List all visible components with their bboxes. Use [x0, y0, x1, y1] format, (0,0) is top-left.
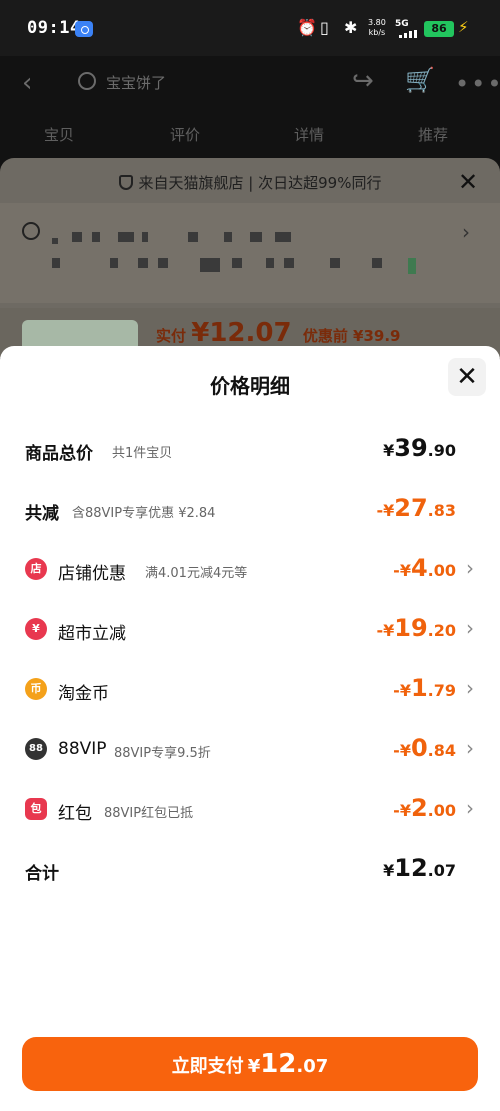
row-sum: 合计 ¥12.07	[0, 849, 500, 889]
supermarket-icon: ¥	[25, 618, 47, 640]
row-amount: -¥1.79	[393, 674, 456, 702]
battery-icon: 86	[424, 21, 454, 37]
network-type: 5G	[395, 19, 409, 29]
tab-item[interactable]: 宝贝	[44, 124, 74, 145]
row-subtext: 共1件宝贝	[112, 446, 173, 461]
chevron-right-icon: ›	[462, 220, 470, 244]
search-icon	[78, 72, 96, 90]
signal-icon	[395, 30, 421, 38]
location-icon	[22, 222, 40, 240]
shield-icon	[118, 175, 133, 190]
bluetooth-icon: ✱	[344, 18, 358, 37]
row-subtext: 满4.01元减4元等	[145, 566, 248, 581]
row-label: 共减	[25, 504, 59, 524]
row-subtext: 含88VIP专享优惠 ¥2.84	[72, 506, 216, 521]
shop-icon: 店	[25, 558, 47, 580]
row-88vip[interactable]: 88 88VIP 88VIP专享9.5折 -¥0.84 ›	[0, 729, 500, 769]
row-taojinbi[interactable]: 币 淘金币 -¥1.79 ›	[0, 669, 500, 709]
close-icon: ✕	[456, 362, 478, 392]
vip-icon: 88	[25, 738, 47, 760]
row-amount: -¥0.84	[393, 734, 456, 762]
search-input[interactable]: 宝宝饼了	[106, 72, 166, 93]
row-label: 88VIP	[58, 739, 107, 759]
cart-icon[interactable]: 🛒	[405, 66, 435, 94]
pay-now-button[interactable]: 立即支付 ¥12.07	[22, 1037, 478, 1091]
coin-icon: 币	[25, 678, 47, 700]
row-amount: -¥27.83	[376, 494, 456, 522]
row-total-price: 商品总价 共1件宝贝 ¥39.90	[0, 429, 500, 469]
status-time: 09:14	[27, 18, 81, 38]
row-supermarket-discount[interactable]: ¥ 超市立减 -¥19.20 ›	[0, 609, 500, 649]
row-amount: -¥4.00	[393, 554, 456, 582]
tab-details[interactable]: 详情	[294, 124, 324, 145]
chevron-right-icon: ›	[466, 556, 474, 580]
share-icon[interactable]: ↪	[352, 66, 374, 96]
row-amount: -¥2.00	[393, 794, 456, 822]
row-label: 商品总价	[25, 444, 93, 464]
row-label: 红包	[58, 804, 92, 824]
tab-reviews[interactable]: 评价	[170, 124, 200, 145]
row-red-packet[interactable]: 包 红包 88VIP红包已抵 -¥2.00 ›	[0, 789, 500, 829]
chevron-right-icon: ›	[466, 616, 474, 640]
vibrate-icon: ▯	[320, 18, 329, 37]
row-label: 店铺优惠	[58, 564, 126, 584]
row-amount: -¥19.20	[376, 614, 456, 642]
more-icon[interactable]: •••	[455, 70, 500, 98]
alarm-icon: ⏰	[297, 18, 317, 37]
row-amount: ¥12.07	[383, 854, 456, 882]
under-price: 实付 ¥12.07 优惠前 ¥39.9	[156, 318, 401, 348]
tab-recommend[interactable]: 推荐	[418, 124, 448, 145]
status-bar: 09:14 ⏰ ▯ ✱ 3.80 kb/s 5G 86 ⚡	[0, 0, 500, 56]
chevron-right-icon: ›	[466, 796, 474, 820]
chevron-right-icon: ›	[466, 676, 474, 700]
row-label: 超市立减	[58, 624, 126, 644]
address-section[interactable]	[0, 203, 500, 303]
close-icon[interactable]: ✕	[458, 168, 478, 196]
charging-icon: ⚡	[458, 18, 469, 36]
close-button[interactable]: ✕	[448, 358, 486, 396]
red-packet-icon: 包	[25, 798, 47, 820]
hotspot-icon	[75, 21, 93, 37]
product-tabs: 宝贝 评价 详情 推荐	[0, 124, 500, 150]
network-speed: 3.80 kb/s	[368, 18, 386, 37]
row-label: 淘金币	[58, 684, 109, 704]
sheet-title: 价格明细	[210, 374, 290, 398]
row-amount: ¥39.90	[383, 434, 456, 462]
chevron-right-icon: ›	[466, 736, 474, 760]
row-subtext: 88VIP专享9.5折	[114, 746, 211, 761]
row-total-discount: 共减 含88VIP专享优惠 ¥2.84 -¥27.83	[0, 489, 500, 529]
back-icon[interactable]: ‹	[22, 69, 32, 97]
row-subtext: 88VIP红包已抵	[104, 806, 194, 821]
row-label: 合计	[25, 864, 59, 884]
row-shop-discount[interactable]: 店 店铺优惠 满4.01元减4元等 -¥4.00 ›	[0, 549, 500, 589]
shipping-note: 来自天猫旗舰店 | 次日达超99%同行	[0, 172, 500, 193]
